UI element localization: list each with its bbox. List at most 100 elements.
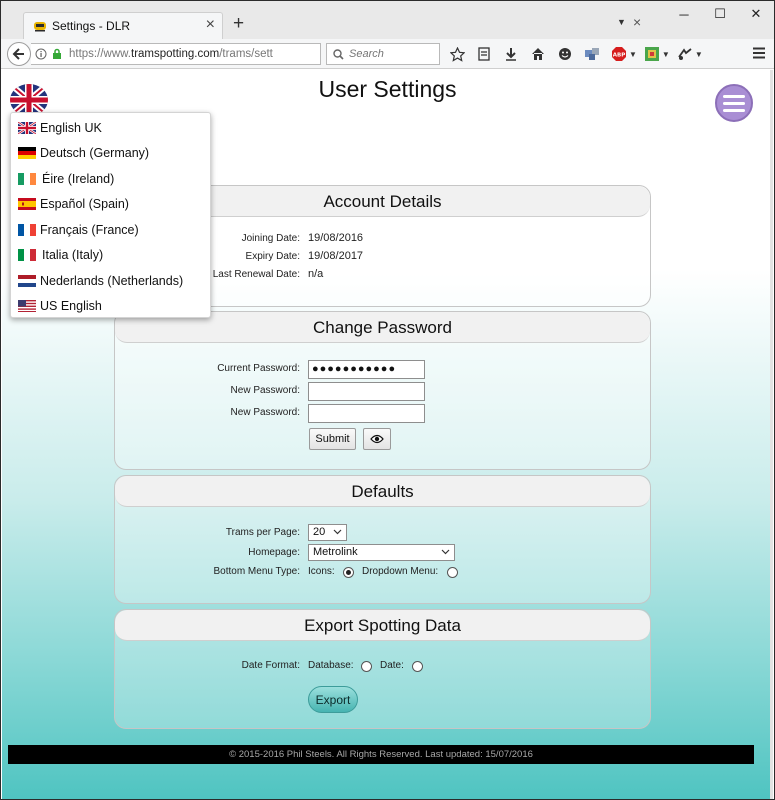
homepage-value: Metrolink bbox=[313, 546, 358, 558]
submit-button[interactable]: Submit bbox=[309, 428, 356, 450]
renewal-date-value: n/a bbox=[308, 268, 324, 280]
tabs-close-icon[interactable]: × bbox=[633, 14, 641, 30]
adblock-dropdown-icon[interactable]: ▼ bbox=[629, 50, 637, 59]
maximize-icon[interactable]: ☐ bbox=[702, 1, 738, 27]
netherlands-flag-icon bbox=[18, 274, 36, 287]
url-bar[interactable]: https://www.tramspotting.com/trams/sett bbox=[31, 43, 338, 65]
menu-bar-icon bbox=[723, 94, 745, 98]
language-option-francais[interactable]: Français (France) bbox=[11, 217, 210, 243]
date-radio[interactable] bbox=[412, 661, 423, 672]
page-title: User Settings bbox=[318, 76, 457, 102]
browser-tab[interactable]: Settings - DLR × bbox=[23, 12, 223, 39]
language-option-english-uk[interactable]: English UK bbox=[11, 115, 210, 141]
chevron-down-icon bbox=[441, 549, 450, 555]
debug-extension-icon[interactable] bbox=[676, 46, 694, 62]
current-password-label: Current Password: bbox=[217, 363, 300, 374]
url-text[interactable]: https://www.tramspotting.com/trams/sett bbox=[69, 48, 279, 60]
france-flag-icon bbox=[18, 223, 36, 236]
panel-header: Export Spotting Data bbox=[115, 610, 650, 641]
confirm-password-label: New Password: bbox=[230, 407, 300, 418]
trams-per-page-value: 20 bbox=[313, 526, 326, 538]
ireland-flag-icon bbox=[18, 172, 36, 185]
confirm-password-row: New Password: bbox=[115, 404, 650, 424]
language-option-eire[interactable]: Éire (Ireland) bbox=[11, 166, 210, 192]
language-option-italia[interactable]: Italia (Italy) bbox=[11, 243, 210, 269]
database-radio[interactable] bbox=[361, 661, 372, 672]
language-option-us-english[interactable]: US English bbox=[11, 294, 210, 320]
new-password-label: New Password: bbox=[230, 385, 300, 396]
site-menu-button[interactable] bbox=[715, 84, 753, 122]
trams-per-page-select[interactable]: 20 bbox=[308, 524, 347, 541]
dropdown-radio[interactable] bbox=[447, 567, 458, 578]
language-option-nederlands[interactable]: Nederlands (Netherlands) bbox=[11, 268, 210, 294]
scrollbar-track[interactable] bbox=[770, 70, 773, 799]
language-label: English UK bbox=[40, 120, 102, 135]
info-icon[interactable] bbox=[35, 48, 47, 60]
download-icon[interactable] bbox=[502, 46, 520, 62]
italy-flag-icon bbox=[18, 249, 36, 262]
trams-per-page-label: Trams per Page: bbox=[225, 527, 300, 538]
bookmark-star-icon[interactable] bbox=[448, 46, 466, 62]
search-input[interactable] bbox=[347, 46, 437, 62]
change-password-panel: Change Password Current Password: ●●●●●●… bbox=[114, 311, 651, 470]
menu-bar-icon bbox=[723, 108, 745, 112]
chevron-down-icon bbox=[333, 529, 342, 535]
map-extension-dropdown-icon[interactable]: ▼ bbox=[662, 50, 670, 59]
joining-date-label: Joining Date: bbox=[241, 233, 300, 244]
language-label: US English bbox=[40, 299, 102, 314]
reading-list-icon[interactable] bbox=[475, 46, 493, 62]
smiley-icon[interactable] bbox=[556, 46, 574, 62]
new-password-row: New Password: bbox=[115, 382, 650, 402]
svg-text:ABP: ABP bbox=[613, 53, 625, 59]
extension-puzzle-icon[interactable] bbox=[583, 46, 601, 62]
language-option-espanol[interactable]: Español (Spain) bbox=[11, 192, 210, 218]
show-password-button[interactable] bbox=[363, 428, 391, 450]
browser-menu-icon[interactable] bbox=[752, 46, 766, 60]
language-label: Español (Spain) bbox=[40, 197, 129, 212]
date-option-label: Date: bbox=[380, 660, 404, 671]
page-content: User Settings Account Details Joining Da… bbox=[2, 70, 773, 799]
language-label: Français (France) bbox=[40, 222, 139, 237]
export-panel: Export Spotting Data Date Format: Databa… bbox=[114, 609, 651, 729]
dropdown-option-label: Dropdown Menu: bbox=[362, 566, 439, 577]
minimize-icon[interactable]: ─ bbox=[666, 1, 702, 27]
new-tab-icon[interactable]: + bbox=[233, 13, 244, 35]
language-label: Éire (Ireland) bbox=[42, 171, 115, 186]
confirm-password-input[interactable] bbox=[308, 404, 425, 423]
tab-close-icon[interactable]: × bbox=[206, 16, 215, 34]
tabs-dropdown-icon[interactable]: ▼ bbox=[617, 17, 626, 27]
date-format-row: Date Format: Database: Date: bbox=[115, 657, 650, 677]
date-format-label: Date Format: bbox=[241, 660, 300, 671]
homepage-select[interactable]: Metrolink bbox=[308, 544, 455, 561]
search-bar[interactable] bbox=[326, 43, 440, 65]
window-close-icon[interactable]: ✕ bbox=[738, 1, 774, 27]
debug-extension-dropdown-icon[interactable]: ▼ bbox=[695, 50, 703, 59]
adblock-plus-icon[interactable]: ABP bbox=[610, 46, 628, 62]
icons-radio[interactable] bbox=[343, 567, 354, 578]
page-footer: © 2015-2016 Phil Steels. All Rights Rese… bbox=[8, 745, 754, 764]
bottom-menu-row: Bottom Menu Type: Icons: Dropdown Menu: bbox=[115, 563, 650, 583]
homepage-label: Homepage: bbox=[248, 547, 300, 558]
tram-favicon-icon bbox=[34, 22, 46, 32]
home-icon[interactable] bbox=[529, 46, 547, 62]
database-option-label: Database: bbox=[308, 660, 354, 671]
new-password-input[interactable] bbox=[308, 382, 425, 401]
germany-flag-icon bbox=[18, 147, 36, 160]
expiry-date-value: 19/08/2017 bbox=[308, 250, 364, 262]
window-controls: ─ ☐ ✕ bbox=[666, 1, 774, 27]
defaults-panel: Defaults Trams per Page: 20 Homepage: Me… bbox=[114, 475, 651, 604]
search-icon bbox=[333, 49, 344, 60]
bottom-menu-label: Bottom Menu Type: bbox=[213, 566, 300, 577]
back-button[interactable] bbox=[7, 42, 31, 66]
export-button[interactable]: Export bbox=[308, 686, 358, 713]
menu-bar-icon bbox=[723, 101, 745, 105]
joining-date-value: 19/08/2016 bbox=[308, 232, 364, 244]
language-label: Deutsch (Germany) bbox=[40, 146, 150, 161]
language-label: Italia (Italy) bbox=[42, 248, 104, 263]
tab-title: Settings - DLR bbox=[52, 19, 131, 33]
trams-per-page-row: Trams per Page: 20 bbox=[115, 524, 650, 544]
map-extension-icon[interactable] bbox=[643, 46, 661, 62]
current-password-input[interactable]: ●●●●●●●●●●● bbox=[308, 360, 425, 379]
back-arrow-icon bbox=[12, 48, 24, 60]
language-option-deutsch[interactable]: Deutsch (Germany) bbox=[11, 141, 210, 167]
